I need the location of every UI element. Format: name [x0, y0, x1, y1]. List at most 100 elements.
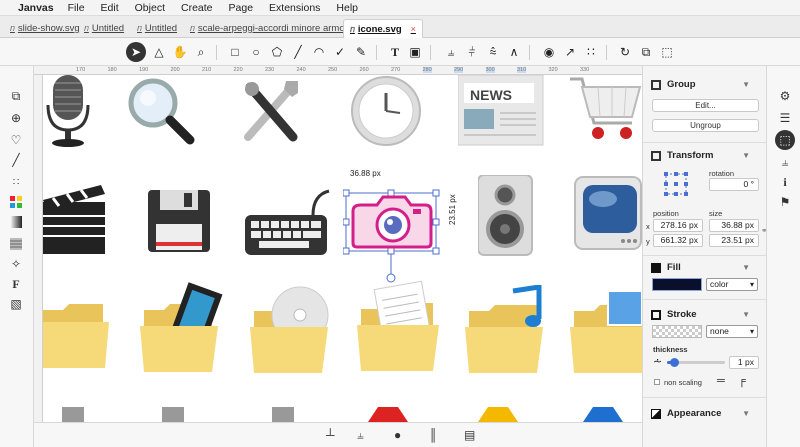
tv-icon[interactable]: [573, 175, 642, 260]
fill-type-select[interactable]: color: [706, 278, 758, 291]
bucket-tool-icon[interactable]: ◉: [540, 43, 558, 61]
news-icon[interactable]: NEWS: [458, 75, 548, 150]
line-tool-icon[interactable]: ╱: [289, 43, 307, 61]
stroke-color-swatch[interactable]: [652, 325, 702, 338]
stroke-section-header[interactable]: Stroke: [651, 309, 697, 320]
fill-color-swatch[interactable]: [652, 278, 702, 291]
rotate-icon[interactable]: ↻: [616, 43, 634, 61]
page-icon[interactable]: ▤: [464, 428, 475, 442]
menu-create[interactable]: Create: [181, 2, 213, 14]
layers-icon[interactable]: ☰: [777, 110, 793, 126]
magnifier-icon[interactable]: [128, 75, 203, 150]
menu-page[interactable]: Page: [229, 2, 254, 14]
cart-icon[interactable]: [568, 75, 642, 150]
pencil-tool-icon[interactable]: ✎: [352, 43, 370, 61]
align-tool-icon[interactable]: ⫨: [442, 43, 460, 61]
pan-tool-icon[interactable]: ✋: [171, 43, 189, 61]
ellipse-tool-icon[interactable]: ○: [247, 43, 265, 61]
line-cap-icon[interactable]: ╒: [738, 375, 746, 387]
menu-help[interactable]: Help: [336, 2, 358, 14]
info-icon[interactable]: i: [777, 174, 793, 190]
eyedropper-tool-icon[interactable]: ↗: [561, 43, 579, 61]
folder-picture-icon[interactable]: [568, 285, 642, 375]
transform-icon[interactable]: ⬚: [658, 43, 676, 61]
select-tool-icon[interactable]: ➤: [126, 42, 146, 62]
transform-section-header[interactable]: Transform: [651, 150, 713, 161]
folder-music-icon[interactable]: [463, 285, 553, 375]
line-join-icon[interactable]: ═: [717, 375, 725, 387]
knife-icon[interactable]: ╱: [8, 152, 24, 168]
chevron-down-icon[interactable]: ▼: [742, 409, 750, 418]
columns-icon[interactable]: ║: [429, 428, 438, 442]
chevron-down-icon[interactable]: ▼: [742, 310, 750, 319]
speaker-icon[interactable]: [478, 175, 538, 260]
font-icon[interactable]: F: [8, 276, 24, 292]
duplicate-icon[interactable]: ⊕: [8, 110, 24, 126]
align-bottom-icon[interactable]: ┴: [326, 428, 335, 442]
resize-icon[interactable]: ⧉: [637, 43, 655, 61]
pointer-settings-icon[interactable]: ⚑: [777, 194, 793, 210]
thickness-slider-track[interactable]: [667, 358, 725, 367]
rectangle-tool-icon[interactable]: □: [226, 43, 244, 61]
palette-icon[interactable]: [8, 194, 24, 210]
document-settings-icon[interactable]: ⚙: [777, 88, 793, 104]
arc-tool-icon[interactable]: ◠: [310, 43, 328, 61]
image-tool-icon[interactable]: ▣: [406, 43, 424, 61]
symbols-icon[interactable]: ▧: [8, 296, 24, 312]
width-field[interactable]: 36.88 px: [709, 219, 759, 232]
distribute-tool-icon[interactable]: ⫩: [463, 43, 481, 61]
pattern-icon[interactable]: [8, 236, 24, 252]
thickness-field[interactable]: 1 px: [729, 356, 759, 369]
close-tab-icon[interactable]: ×: [411, 24, 416, 34]
folder-icon[interactable]: [43, 290, 123, 370]
gradient-icon[interactable]: [8, 214, 24, 230]
folder-film-icon[interactable]: [138, 280, 228, 375]
grid-icon[interactable]: ∷: [8, 174, 24, 190]
zoom-tool-icon[interactable]: ⌕: [192, 43, 210, 61]
node-tool-icon[interactable]: △: [150, 43, 168, 61]
align-panel-icon[interactable]: ⫨: [777, 154, 793, 170]
microphone-icon[interactable]: [43, 75, 98, 155]
menu-extensions[interactable]: Extensions: [269, 2, 320, 14]
tab-untitled-2[interactable]: 𝑛 Untitled: [137, 19, 177, 38]
node-edit-icon[interactable]: ⩯: [484, 43, 502, 61]
align-distribute-icon[interactable]: ⫨: [357, 428, 364, 443]
ungroup-button[interactable]: Ungroup: [652, 119, 759, 132]
chevron-down-icon[interactable]: ▼: [742, 263, 750, 272]
effects-icon[interactable]: ✧: [8, 256, 24, 272]
clapper-icon[interactable]: [43, 180, 108, 260]
non-scaling-checkbox[interactable]: [654, 379, 660, 385]
tab-slide-show[interactable]: 𝑛 slide-show.svg: [10, 19, 80, 38]
transform-panel-icon[interactable]: ⬚: [775, 130, 795, 150]
stroke-type-select[interactable]: none: [706, 325, 758, 338]
spray-tool-icon[interactable]: ∷: [582, 43, 600, 61]
text-tool-icon[interactable]: T: [386, 43, 404, 61]
clock-icon[interactable]: [348, 75, 423, 150]
compass-tool-icon[interactable]: ∧: [505, 43, 523, 61]
floppy-icon[interactable]: [148, 190, 213, 260]
copy-icon[interactable]: ⧉: [8, 88, 24, 104]
heart-path-icon[interactable]: ♡: [8, 132, 24, 148]
position-y-field[interactable]: 661.32 px: [653, 234, 703, 247]
menu-object[interactable]: Object: [135, 2, 165, 14]
height-field[interactable]: 23.51 px: [709, 234, 759, 247]
thickness-slider-handle[interactable]: [670, 358, 679, 367]
drawing-canvas[interactable]: NEWS 36.88 px 23.51 px: [43, 75, 642, 422]
folder-document-icon[interactable]: [353, 275, 453, 375]
position-x-field[interactable]: 278.16 px: [653, 219, 703, 232]
polygon-tool-icon[interactable]: ⬠: [268, 43, 286, 61]
group-section-header[interactable]: Group: [651, 79, 696, 90]
edit-group-button[interactable]: Edit...: [652, 99, 759, 112]
fill-section-header[interactable]: Fill: [651, 262, 681, 273]
anchor-grid-icon[interactable]: [663, 171, 689, 197]
tab-untitled-1[interactable]: 𝑛 Untitled: [84, 19, 124, 38]
chevron-down-icon[interactable]: ▼: [742, 151, 750, 160]
appearance-section-header[interactable]: Appearance: [651, 408, 721, 419]
menu-edit[interactable]: Edit: [101, 2, 119, 14]
keyboard-icon[interactable]: [243, 185, 333, 260]
tab-icone[interactable]: 𝑛 icone.svg ×: [343, 19, 423, 38]
tools-icon[interactable]: [238, 75, 308, 150]
folder-disc-icon[interactable]: [248, 285, 338, 375]
menu-file[interactable]: File: [68, 2, 85, 14]
rotation-field[interactable]: 0 °: [709, 178, 759, 191]
